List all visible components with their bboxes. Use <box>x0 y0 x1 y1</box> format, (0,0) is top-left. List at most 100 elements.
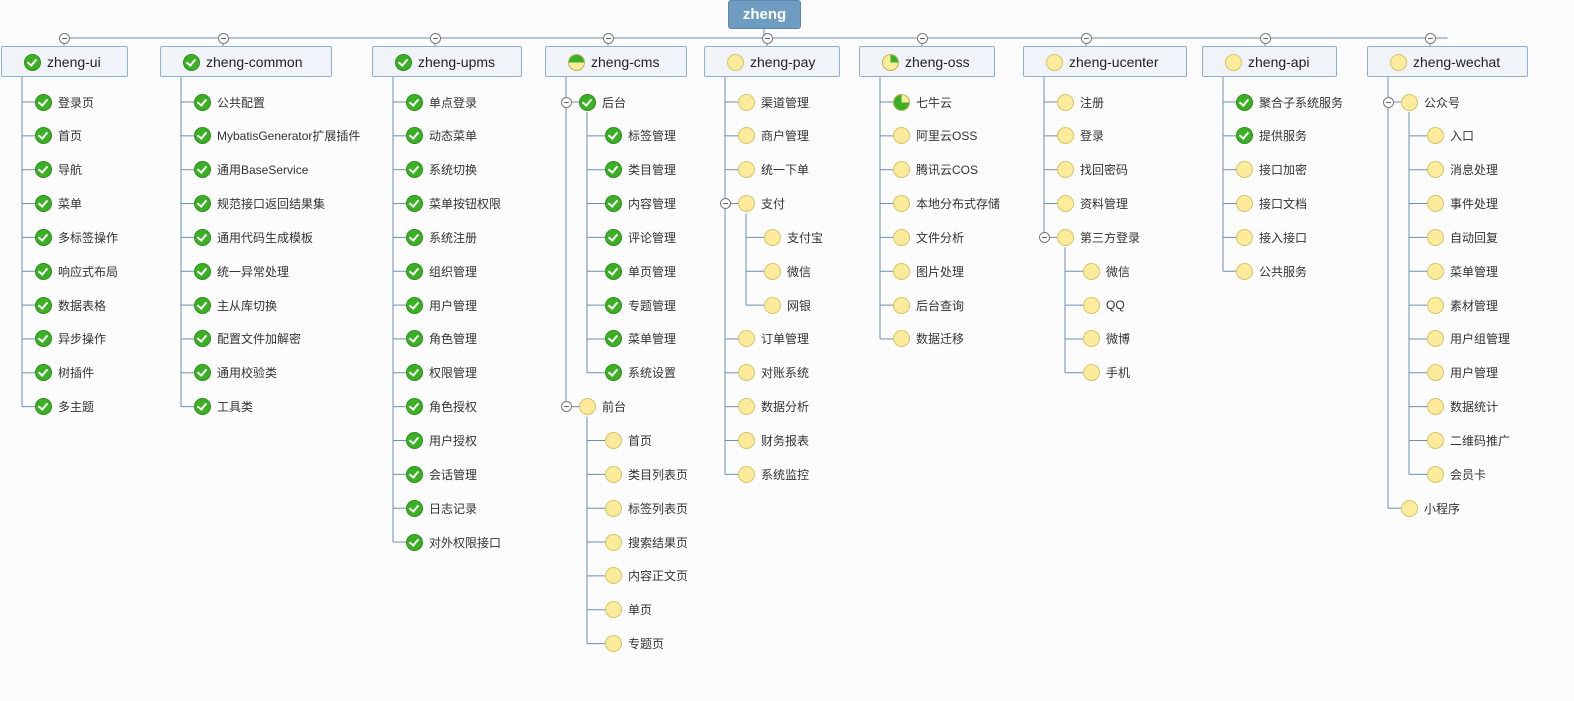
subtree-toggle[interactable] <box>1382 96 1394 108</box>
subitem-cms-0-7[interactable]: 系统设置 <box>605 363 676 383</box>
item-common-7[interactable]: 配置文件加解密 <box>194 329 301 349</box>
item-oss-0[interactable]: 七牛云 <box>893 92 952 112</box>
category-api[interactable]: zheng-api <box>1202 46 1337 77</box>
item-ui-6[interactable]: 数据表格 <box>35 295 106 315</box>
subitem-cms-1-4[interactable]: 内容正文页 <box>605 566 688 586</box>
item-common-2[interactable]: 通用BaseService <box>194 160 308 180</box>
subtree-toggle[interactable] <box>1038 231 1050 243</box>
category-toggle-common[interactable] <box>217 32 229 44</box>
item-ucenter-2[interactable]: 找回密码 <box>1057 160 1128 180</box>
item-api-3[interactable]: 接口文档 <box>1236 194 1307 214</box>
item-ui-8[interactable]: 树插件 <box>35 363 94 383</box>
category-ucenter[interactable]: zheng-ucenter <box>1023 46 1187 77</box>
subitem-cms-1-2[interactable]: 标签列表页 <box>605 498 688 518</box>
category-toggle-upms[interactable] <box>429 32 441 44</box>
item-upms-6[interactable]: 用户管理 <box>406 295 477 315</box>
subitem-wechat-0-5[interactable]: 素材管理 <box>1427 295 1498 315</box>
item-ucenter-3[interactable]: 资料管理 <box>1057 194 1128 214</box>
item-pay-8[interactable]: 系统监控 <box>738 464 809 484</box>
category-toggle-ucenter[interactable] <box>1080 32 1092 44</box>
category-oss[interactable]: zheng-oss <box>859 46 995 77</box>
category-toggle-pay[interactable] <box>761 32 773 44</box>
item-ui-3[interactable]: 菜单 <box>35 194 82 214</box>
subitem-cms-1-1[interactable]: 类目列表页 <box>605 464 688 484</box>
category-wechat[interactable]: zheng-wechat <box>1367 46 1528 77</box>
subitem-cms-0-0[interactable]: 标签管理 <box>605 126 676 146</box>
item-upms-12[interactable]: 日志记录 <box>406 498 477 518</box>
category-toggle-api[interactable] <box>1259 32 1271 44</box>
item-upms-7[interactable]: 角色管理 <box>406 329 477 349</box>
item-common-6[interactable]: 主从库切换 <box>194 295 277 315</box>
subitem-wechat-0-2[interactable]: 事件处理 <box>1427 194 1498 214</box>
subtree-toggle[interactable] <box>560 96 572 108</box>
item-api-1[interactable]: 提供服务 <box>1236 126 1307 146</box>
item-api-2[interactable]: 接口加密 <box>1236 160 1307 180</box>
subtree-toggle[interactable] <box>719 198 731 210</box>
item-ucenter-0[interactable]: 注册 <box>1057 92 1104 112</box>
item-common-3[interactable]: 规范接口返回结果集 <box>194 194 325 214</box>
subitem-cms-0-5[interactable]: 专题管理 <box>605 295 676 315</box>
item-upms-10[interactable]: 用户授权 <box>406 431 477 451</box>
item-wechat-1[interactable]: 小程序 <box>1401 498 1460 518</box>
subitem-cms-0-3[interactable]: 评论管理 <box>605 227 676 247</box>
item-upms-3[interactable]: 菜单按钮权限 <box>406 194 501 214</box>
subitem-wechat-0-0[interactable]: 入口 <box>1427 126 1474 146</box>
category-pay[interactable]: zheng-pay <box>704 46 840 77</box>
subitem-pay-3-1[interactable]: 微信 <box>764 261 811 281</box>
item-cms-0[interactable]: 后台 <box>579 92 626 112</box>
item-api-5[interactable]: 公共服务 <box>1236 261 1307 281</box>
category-toggle-oss[interactable] <box>916 32 928 44</box>
item-upms-0[interactable]: 单点登录 <box>406 92 477 112</box>
subtree-toggle[interactable] <box>560 401 572 413</box>
item-ui-4[interactable]: 多标签操作 <box>35 227 118 247</box>
item-common-4[interactable]: 通用代码生成模板 <box>194 227 313 247</box>
item-upms-8[interactable]: 权限管理 <box>406 363 477 383</box>
item-pay-3[interactable]: 支付 <box>738 194 785 214</box>
subitem-cms-1-6[interactable]: 专题页 <box>605 634 664 654</box>
item-upms-2[interactable]: 系统切换 <box>406 160 477 180</box>
category-toggle-ui[interactable] <box>58 32 70 44</box>
subitem-wechat-0-1[interactable]: 消息处理 <box>1427 160 1498 180</box>
item-pay-1[interactable]: 商户管理 <box>738 126 809 146</box>
item-ui-0[interactable]: 登录页 <box>35 92 94 112</box>
subitem-wechat-0-4[interactable]: 菜单管理 <box>1427 261 1498 281</box>
item-pay-7[interactable]: 财务报表 <box>738 431 809 451</box>
subitem-wechat-0-10[interactable]: 会员卡 <box>1427 464 1486 484</box>
item-pay-2[interactable]: 统一下单 <box>738 160 809 180</box>
subitem-cms-1-0[interactable]: 首页 <box>605 431 652 451</box>
item-oss-3[interactable]: 本地分布式存储 <box>893 194 1000 214</box>
root-node[interactable]: zheng <box>728 0 801 29</box>
item-common-5[interactable]: 统一异常处理 <box>194 261 289 281</box>
category-common[interactable]: zheng-common <box>160 46 332 77</box>
category-ui[interactable]: zheng-ui <box>1 46 128 77</box>
item-ui-9[interactable]: 多主题 <box>35 397 94 417</box>
subitem-wechat-0-9[interactable]: 二维码推广 <box>1427 431 1510 451</box>
item-ui-5[interactable]: 响应式布局 <box>35 261 118 281</box>
category-cms[interactable]: zheng-cms <box>545 46 687 77</box>
category-upms[interactable]: zheng-upms <box>372 46 522 77</box>
subitem-wechat-0-3[interactable]: 自动回复 <box>1427 227 1498 247</box>
item-cms-1[interactable]: 前台 <box>579 397 626 417</box>
category-toggle-cms[interactable] <box>602 32 614 44</box>
subitem-cms-0-4[interactable]: 单页管理 <box>605 261 676 281</box>
subitem-ucenter-4-1[interactable]: QQ <box>1083 295 1125 315</box>
subitem-cms-0-1[interactable]: 类目管理 <box>605 160 676 180</box>
item-api-4[interactable]: 接入接口 <box>1236 227 1307 247</box>
item-pay-5[interactable]: 对账系统 <box>738 363 809 383</box>
item-oss-2[interactable]: 腾讯云COS <box>893 160 978 180</box>
subitem-wechat-0-7[interactable]: 用户管理 <box>1427 363 1498 383</box>
subitem-cms-1-3[interactable]: 搜索结果页 <box>605 532 688 552</box>
item-oss-1[interactable]: 阿里云OSS <box>893 126 977 146</box>
item-common-0[interactable]: 公共配置 <box>194 92 265 112</box>
item-oss-5[interactable]: 图片处理 <box>893 261 964 281</box>
item-oss-7[interactable]: 数据迁移 <box>893 329 964 349</box>
item-upms-5[interactable]: 组织管理 <box>406 261 477 281</box>
item-api-0[interactable]: 聚合子系统服务 <box>1236 92 1343 112</box>
item-ui-1[interactable]: 首页 <box>35 126 82 146</box>
item-upms-1[interactable]: 动态菜单 <box>406 126 477 146</box>
item-oss-4[interactable]: 文件分析 <box>893 227 964 247</box>
subitem-ucenter-4-0[interactable]: 微信 <box>1083 261 1130 281</box>
subitem-wechat-0-6[interactable]: 用户组管理 <box>1427 329 1510 349</box>
item-common-9[interactable]: 工具类 <box>194 397 253 417</box>
subitem-cms-0-6[interactable]: 菜单管理 <box>605 329 676 349</box>
